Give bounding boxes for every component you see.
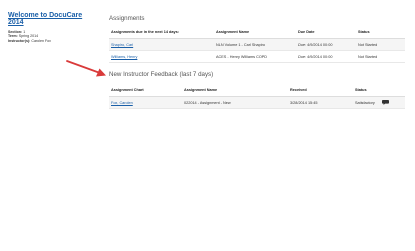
term-value: Spring 2014 [18,34,39,39]
assignments-heading: Assignments [109,15,145,22]
feedback-table: Assignment Chart Assignment Name Receive… [109,83,405,109]
patient-cell: Shapiro, Carl [109,38,214,51]
patient-link[interactable]: Williams, Henry [111,55,137,59]
patient-link[interactable]: Fox, Carolen [111,101,133,105]
status-cell: Satisfactory [353,96,405,109]
instructor-label: Instructor(s): [8,38,31,43]
assignments-table: Assignments due in the next 14 days: Ass… [109,25,405,63]
col-header-assignment-name: Assignment Name [182,83,288,97]
course-details: Section: 1 Term: Spring 2014 Instructor(… [8,30,98,44]
section-value: 1 [23,29,26,34]
feedback-heading: New Instructor Feedback (last 7 days) [109,71,214,78]
welcome-link[interactable]: Welcome to DocuCare 2014 [8,12,98,26]
due-label: Due: [298,42,307,47]
patient-link[interactable]: Shapiro, Carl [111,43,133,47]
due-value: 4/9/2014 00:00 [307,42,333,47]
col-header-assignment-chart: Assignment Chart [109,83,182,97]
term-label: Term: [8,34,18,39]
assignment-name-cell: NLN Volume 1 - Carl Shapiro [214,38,296,51]
assignments-header-row: Assignments due in the next 14 days: Ass… [109,25,405,39]
status-text: Satisfactory [355,100,375,105]
feedback-header-row: Assignment Chart Assignment Name Receive… [109,83,405,97]
col-header-received: Received [288,83,353,97]
section-label: Section: [8,29,23,34]
col-header-assignment-name: Assignment Name [214,25,296,39]
col-header-assignments-due: Assignments due in the next 14 days: [109,25,214,39]
course-info-panel: Welcome to DocuCare 2014 Section: 1 Term… [8,12,98,43]
due-value: 4/9/2014 00:00 [307,54,333,59]
col-header-due-date: Due Date [296,25,356,39]
due-date-cell: Due: 4/9/2014 00:00 [296,38,356,51]
due-date-cell: Due: 4/9/2014 00:00 [296,50,356,63]
col-header-status: Status [356,25,405,39]
assignment-name-cell: ACES - Henry Williams COPD [214,50,296,63]
due-label: Due: [298,54,307,59]
table-row: Shapiro, Carl NLN Volume 1 - Carl Shapir… [109,38,405,51]
patient-cell: Fox, Carolen [109,96,182,109]
status-cell: Not Started [356,50,405,63]
table-row: Williams, Henry ACES - Henry Williams CO… [109,50,405,63]
assignment-name-cell: 022014 - Assignment - New [182,96,288,109]
table-row: Fox, Carolen 022014 - Assignment - New 3… [109,96,405,109]
received-cell: 3/28/2014 15:45 [288,96,353,109]
patient-cell: Williams, Henry [109,50,214,63]
col-header-status: Status [353,83,405,97]
instructor-value: Carolen Fox [31,38,51,43]
instructor-row: Instructor(s): Carolen Fox [8,39,98,44]
comment-icon[interactable] [381,99,389,106]
status-cell: Not Started [356,38,405,51]
